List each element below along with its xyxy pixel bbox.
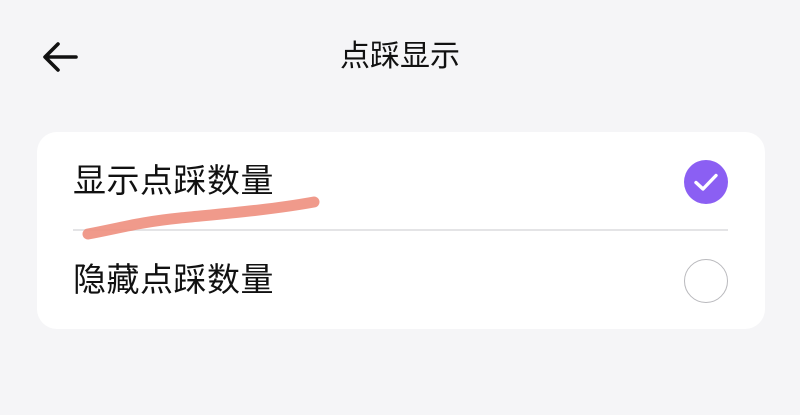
header-bar: 点踩显示 <box>0 0 800 110</box>
checkmark-icon <box>694 173 718 191</box>
display-dislike-settings-screen: 点踩显示 显示点踩数量 隐藏点踩数量 <box>0 0 800 415</box>
option-show-dislike-count[interactable]: 显示点踩数量 <box>37 132 765 229</box>
radio-unchecked[interactable] <box>684 259 728 303</box>
page-title: 点踩显示 <box>340 39 460 74</box>
options-card: 显示点踩数量 隐藏点踩数量 <box>37 132 765 329</box>
option-hide-dislike-count[interactable]: 隐藏点踩数量 <box>37 231 765 328</box>
radio-checked[interactable] <box>684 160 728 204</box>
option-label: 显示点踩数量 <box>73 161 274 200</box>
option-label: 隐藏点踩数量 <box>73 260 274 299</box>
